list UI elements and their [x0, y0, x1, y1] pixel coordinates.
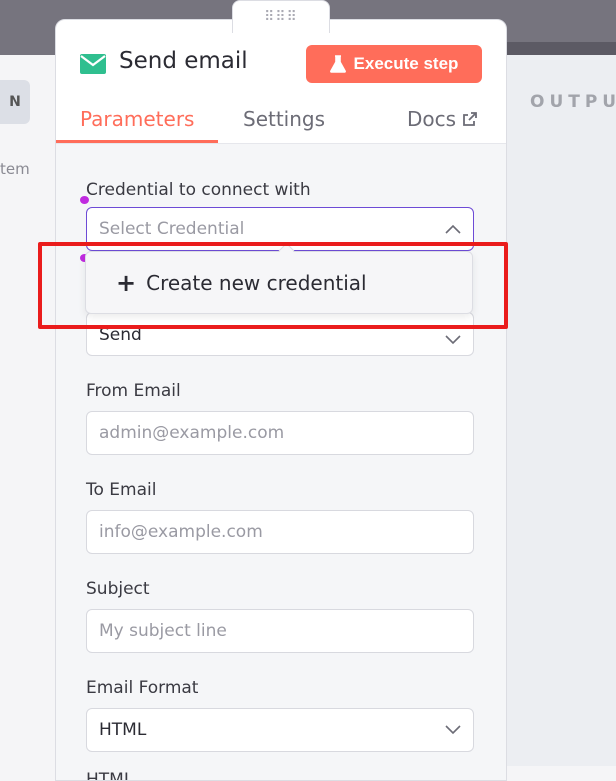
- left-panel-button[interactable]: N: [0, 80, 30, 124]
- tab-parameters[interactable]: Parameters: [80, 107, 194, 131]
- highlight-box: [38, 242, 508, 329]
- subject-label: Subject: [86, 579, 150, 599]
- email-format-select[interactable]: HTML: [86, 708, 474, 752]
- output-label: OUTPU: [530, 92, 616, 112]
- from-email-input[interactable]: admin@example.com: [86, 411, 474, 455]
- node-settings-panel: Send email Execute step Parameters Setti…: [55, 19, 507, 781]
- drag-handle[interactable]: ⠿⠿⠿: [232, 0, 330, 33]
- execute-step-label: Execute step: [353, 54, 459, 73]
- subject-input[interactable]: My subject line: [86, 609, 474, 653]
- active-tab-indicator: [56, 140, 218, 143]
- email-format-label: Email Format: [86, 678, 199, 698]
- node-title: Send email: [119, 48, 248, 74]
- execute-step-button[interactable]: Execute step: [306, 45, 482, 83]
- chevron-up-icon: [445, 224, 461, 234]
- from-email-label: From Email: [86, 381, 181, 401]
- html-label: HTML: [86, 770, 134, 781]
- to-email-input[interactable]: info@example.com: [86, 510, 474, 554]
- output-top-strip: [506, 0, 616, 42]
- credential-select-placeholder: Select Credential: [99, 219, 245, 239]
- tab-settings[interactable]: Settings: [243, 107, 325, 131]
- panel-tabs: Parameters Settings Docs: [56, 100, 506, 144]
- chevron-down-icon: [445, 335, 461, 345]
- to-email-placeholder: info@example.com: [99, 522, 263, 542]
- chevron-down-icon: [445, 725, 461, 735]
- email-format-value: HTML: [99, 720, 147, 740]
- credential-issue-marker: [80, 196, 89, 204]
- external-link-icon: [463, 112, 477, 126]
- to-email-label: To Email: [86, 480, 157, 500]
- output-top-divider: [506, 42, 616, 55]
- flask-icon: [329, 55, 346, 73]
- from-email-placeholder: admin@example.com: [99, 423, 285, 443]
- credential-label: Credential to connect with: [86, 180, 311, 200]
- tab-docs-label: Docs: [407, 107, 457, 131]
- subject-placeholder: My subject line: [99, 621, 227, 641]
- output-pane: OUTPU: [506, 0, 616, 766]
- envelope-icon: [80, 54, 106, 74]
- left-panel-text: tem: [0, 160, 30, 178]
- parameters-form: Credential to connect with Select Creden…: [56, 144, 506, 781]
- tab-docs[interactable]: Docs: [407, 107, 478, 131]
